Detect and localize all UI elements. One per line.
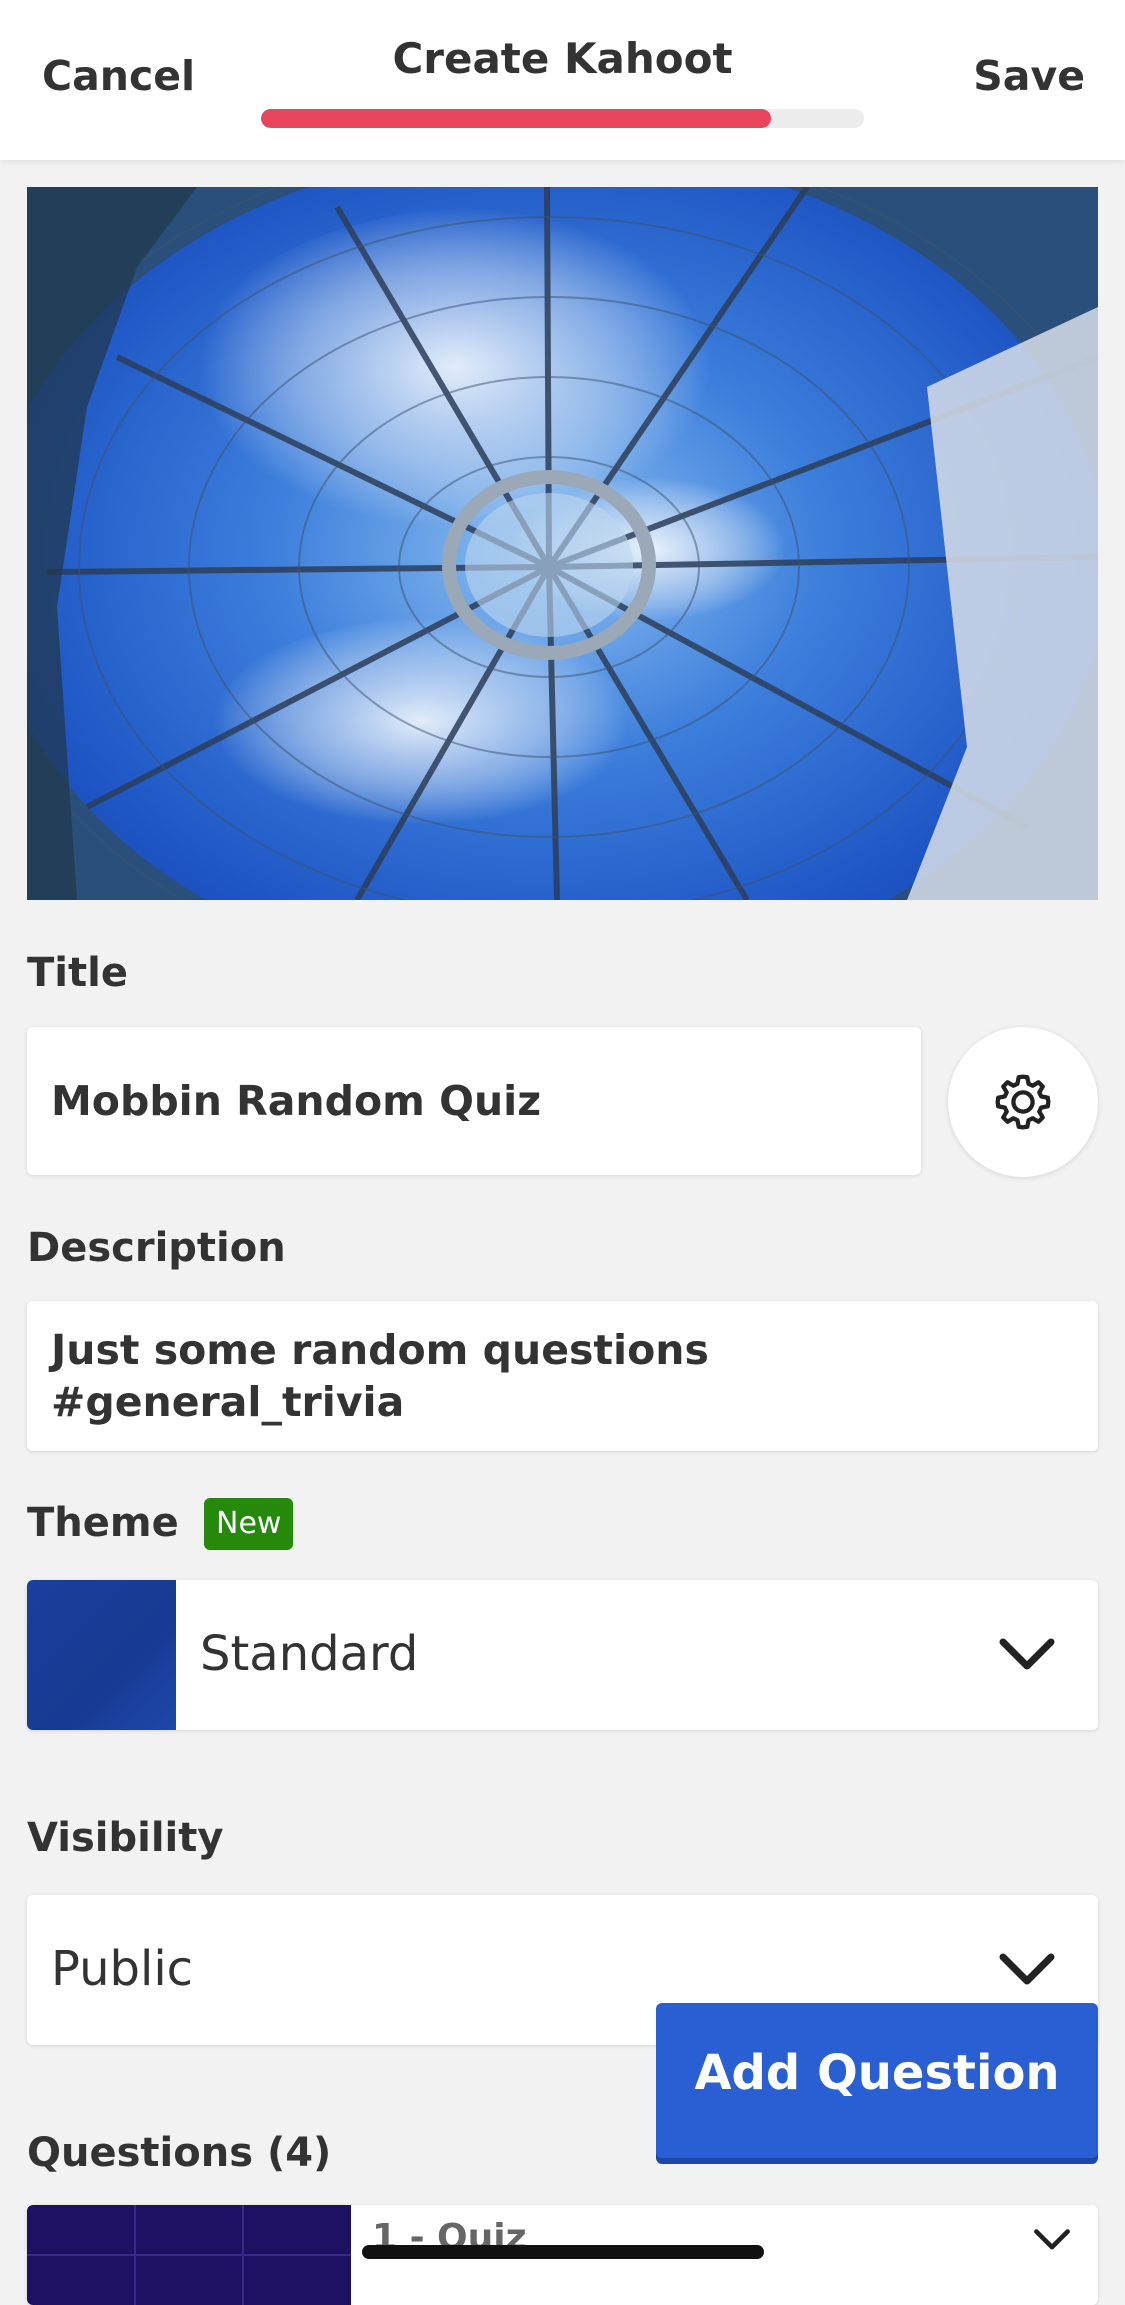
new-badge: New [204, 1498, 294, 1550]
dome-photo [27, 187, 1098, 900]
save-button[interactable]: Save [973, 52, 1085, 100]
chevron-down-icon [999, 1953, 1055, 1985]
description-line-1: Just some random questions [51, 1326, 709, 1374]
home-indicator [362, 2245, 764, 2259]
chevron-down-icon [999, 1638, 1055, 1670]
gear-icon [995, 1074, 1051, 1130]
top-bar: Cancel Create Kahoot Save [0, 0, 1125, 160]
chevron-down-icon[interactable] [1032, 2225, 1072, 2255]
add-question-button[interactable]: Add Question [656, 2003, 1098, 2158]
cover-image[interactable] [27, 187, 1098, 900]
title-value: Mobbin Random Quiz [51, 1077, 542, 1125]
progress-bar-fill [261, 109, 771, 128]
title-label: Title [27, 950, 128, 996]
progress-bar [261, 109, 864, 128]
theme-swatch [27, 1580, 176, 1730]
visibility-label: Visibility [27, 1815, 224, 1861]
theme-selected-value: Standard [200, 1626, 419, 1682]
theme-label: Theme [27, 1500, 179, 1546]
question-thumbnail-grid [27, 2205, 351, 2305]
page-title: Create Kahoot [392, 34, 733, 83]
settings-button[interactable] [948, 1027, 1098, 1177]
theme-select[interactable]: Standard [27, 1580, 1098, 1730]
description-label: Description [27, 1225, 286, 1271]
description-line-2: #general_trivia [51, 1378, 405, 1426]
visibility-selected-value: Public [51, 1941, 194, 1997]
title-field[interactable]: Mobbin Random Quiz [27, 1027, 921, 1175]
description-field[interactable]: Just some random questions #general_triv… [27, 1301, 1098, 1451]
questions-header: Questions (4) [27, 2130, 332, 2176]
question-thumbnail [27, 2205, 351, 2305]
